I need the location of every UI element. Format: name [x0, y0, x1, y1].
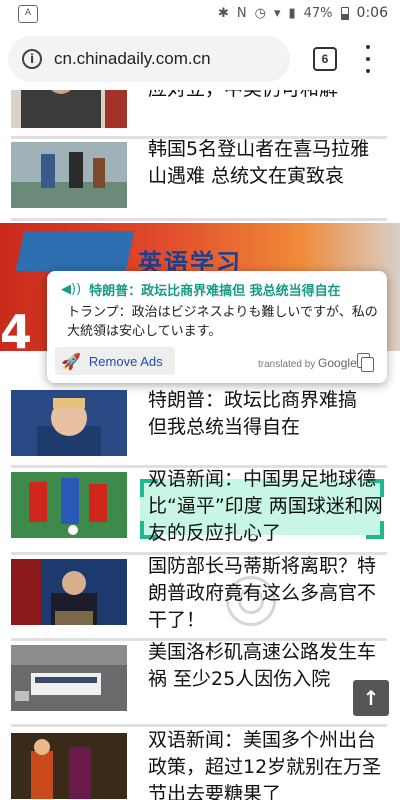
alarm-icon: ◷ — [254, 5, 266, 21]
article-thumbnail — [11, 142, 127, 208]
tab-switcher-button[interactable]: 6 — [313, 47, 337, 71]
page-content[interactable]: 应对立，中美仍可和解 韩国5名登山者在喜马拉雅山遇难 总统文在寅致哀 英语学习 … — [0, 90, 400, 800]
article-thumbnail — [11, 645, 127, 711]
signal-icon: ▮ — [288, 5, 296, 21]
back-to-top-button[interactable]: ↑ — [353, 680, 389, 716]
status-icons: ✱ N ◷ ▾ ▮ 47% 0:06 — [218, 5, 388, 21]
article-headline[interactable]: 美国洛杉矶高速公路发生车祸 至少25人因伤入院 — [148, 639, 386, 693]
books-graphic — [15, 231, 135, 271]
popup-translation: トランプ：政治はビジネスよりも難しいですが、私の大統領は安心しています。 — [67, 305, 378, 339]
copy-icon[interactable] — [357, 353, 374, 372]
battery-percent: 47% — [303, 5, 333, 21]
translated-by: translated by Google — [258, 356, 357, 370]
popup-header: ◀)) 特朗普：政坛比商界难搞但 我总统当得自在 — [61, 280, 341, 299]
overflow-menu-icon[interactable] — [360, 45, 376, 73]
article-thumbnail — [11, 733, 127, 799]
remove-ads-label: Remove Ads — [88, 353, 163, 369]
article-thumbnail — [11, 472, 127, 538]
remove-ads-button[interactable]: 🚀 Remove Ads — [55, 347, 175, 375]
banner-decoration: 4 — [0, 305, 33, 351]
info-icon[interactable]: i — [22, 49, 42, 69]
article-thumbnail — [11, 390, 127, 456]
bluetooth-icon: ✱ — [217, 5, 229, 21]
article-thumbnail — [11, 90, 127, 128]
article-headline[interactable]: 韩国5名登山者在喜马拉雅山遇难 总统文在寅致哀 — [148, 136, 386, 190]
divider — [11, 218, 387, 221]
nfc-icon: N — [236, 5, 247, 21]
popup-source-text: 特朗普：政坛比商界难搞但 我总统当得自在 — [89, 284, 341, 299]
article-thumbnail — [11, 559, 127, 625]
article-headline[interactable]: 国防部长马蒂斯将离职？特朗普政府竟有这么多高官不干了！ — [148, 553, 386, 634]
status-bar: A ✱ N ◷ ▾ ▮ 47% 0:06 — [0, 0, 400, 28]
article-headline[interactable]: 特朗普：政坛比商界难搞 但我总统当得自在 — [148, 387, 380, 441]
article-headline[interactable]: 双语新闻：中国男足地球德比“逼平”印度 两国球迷和网友的反应扎心了 — [148, 466, 386, 547]
speaker-icon[interactable]: ◀)) — [61, 282, 81, 297]
rocket-icon: 🚀 — [61, 351, 81, 371]
battery-icon — [340, 6, 349, 20]
wifi-icon: ▾ — [273, 5, 281, 21]
browser-toolbar: i cn.chinadaily.com.cn 6 — [0, 28, 400, 90]
translate-app-icon: A — [18, 5, 38, 23]
address-bar[interactable]: i cn.chinadaily.com.cn — [8, 36, 290, 82]
article-headline[interactable]: 双语新闻：美国多个州出台政策，超过12岁就别在万圣节出去要糖果了 — [148, 727, 386, 800]
translate-popup[interactable]: ◀)) 特朗普：政坛比商界难搞但 我总统当得自在 トランプ：政治はビジネスよりも… — [47, 271, 387, 383]
clock: 0:06 — [356, 5, 388, 21]
url-text[interactable]: cn.chinadaily.com.cn — [54, 49, 211, 69]
article-headline[interactable]: 应对立，中美仍可和解 — [148, 90, 386, 103]
